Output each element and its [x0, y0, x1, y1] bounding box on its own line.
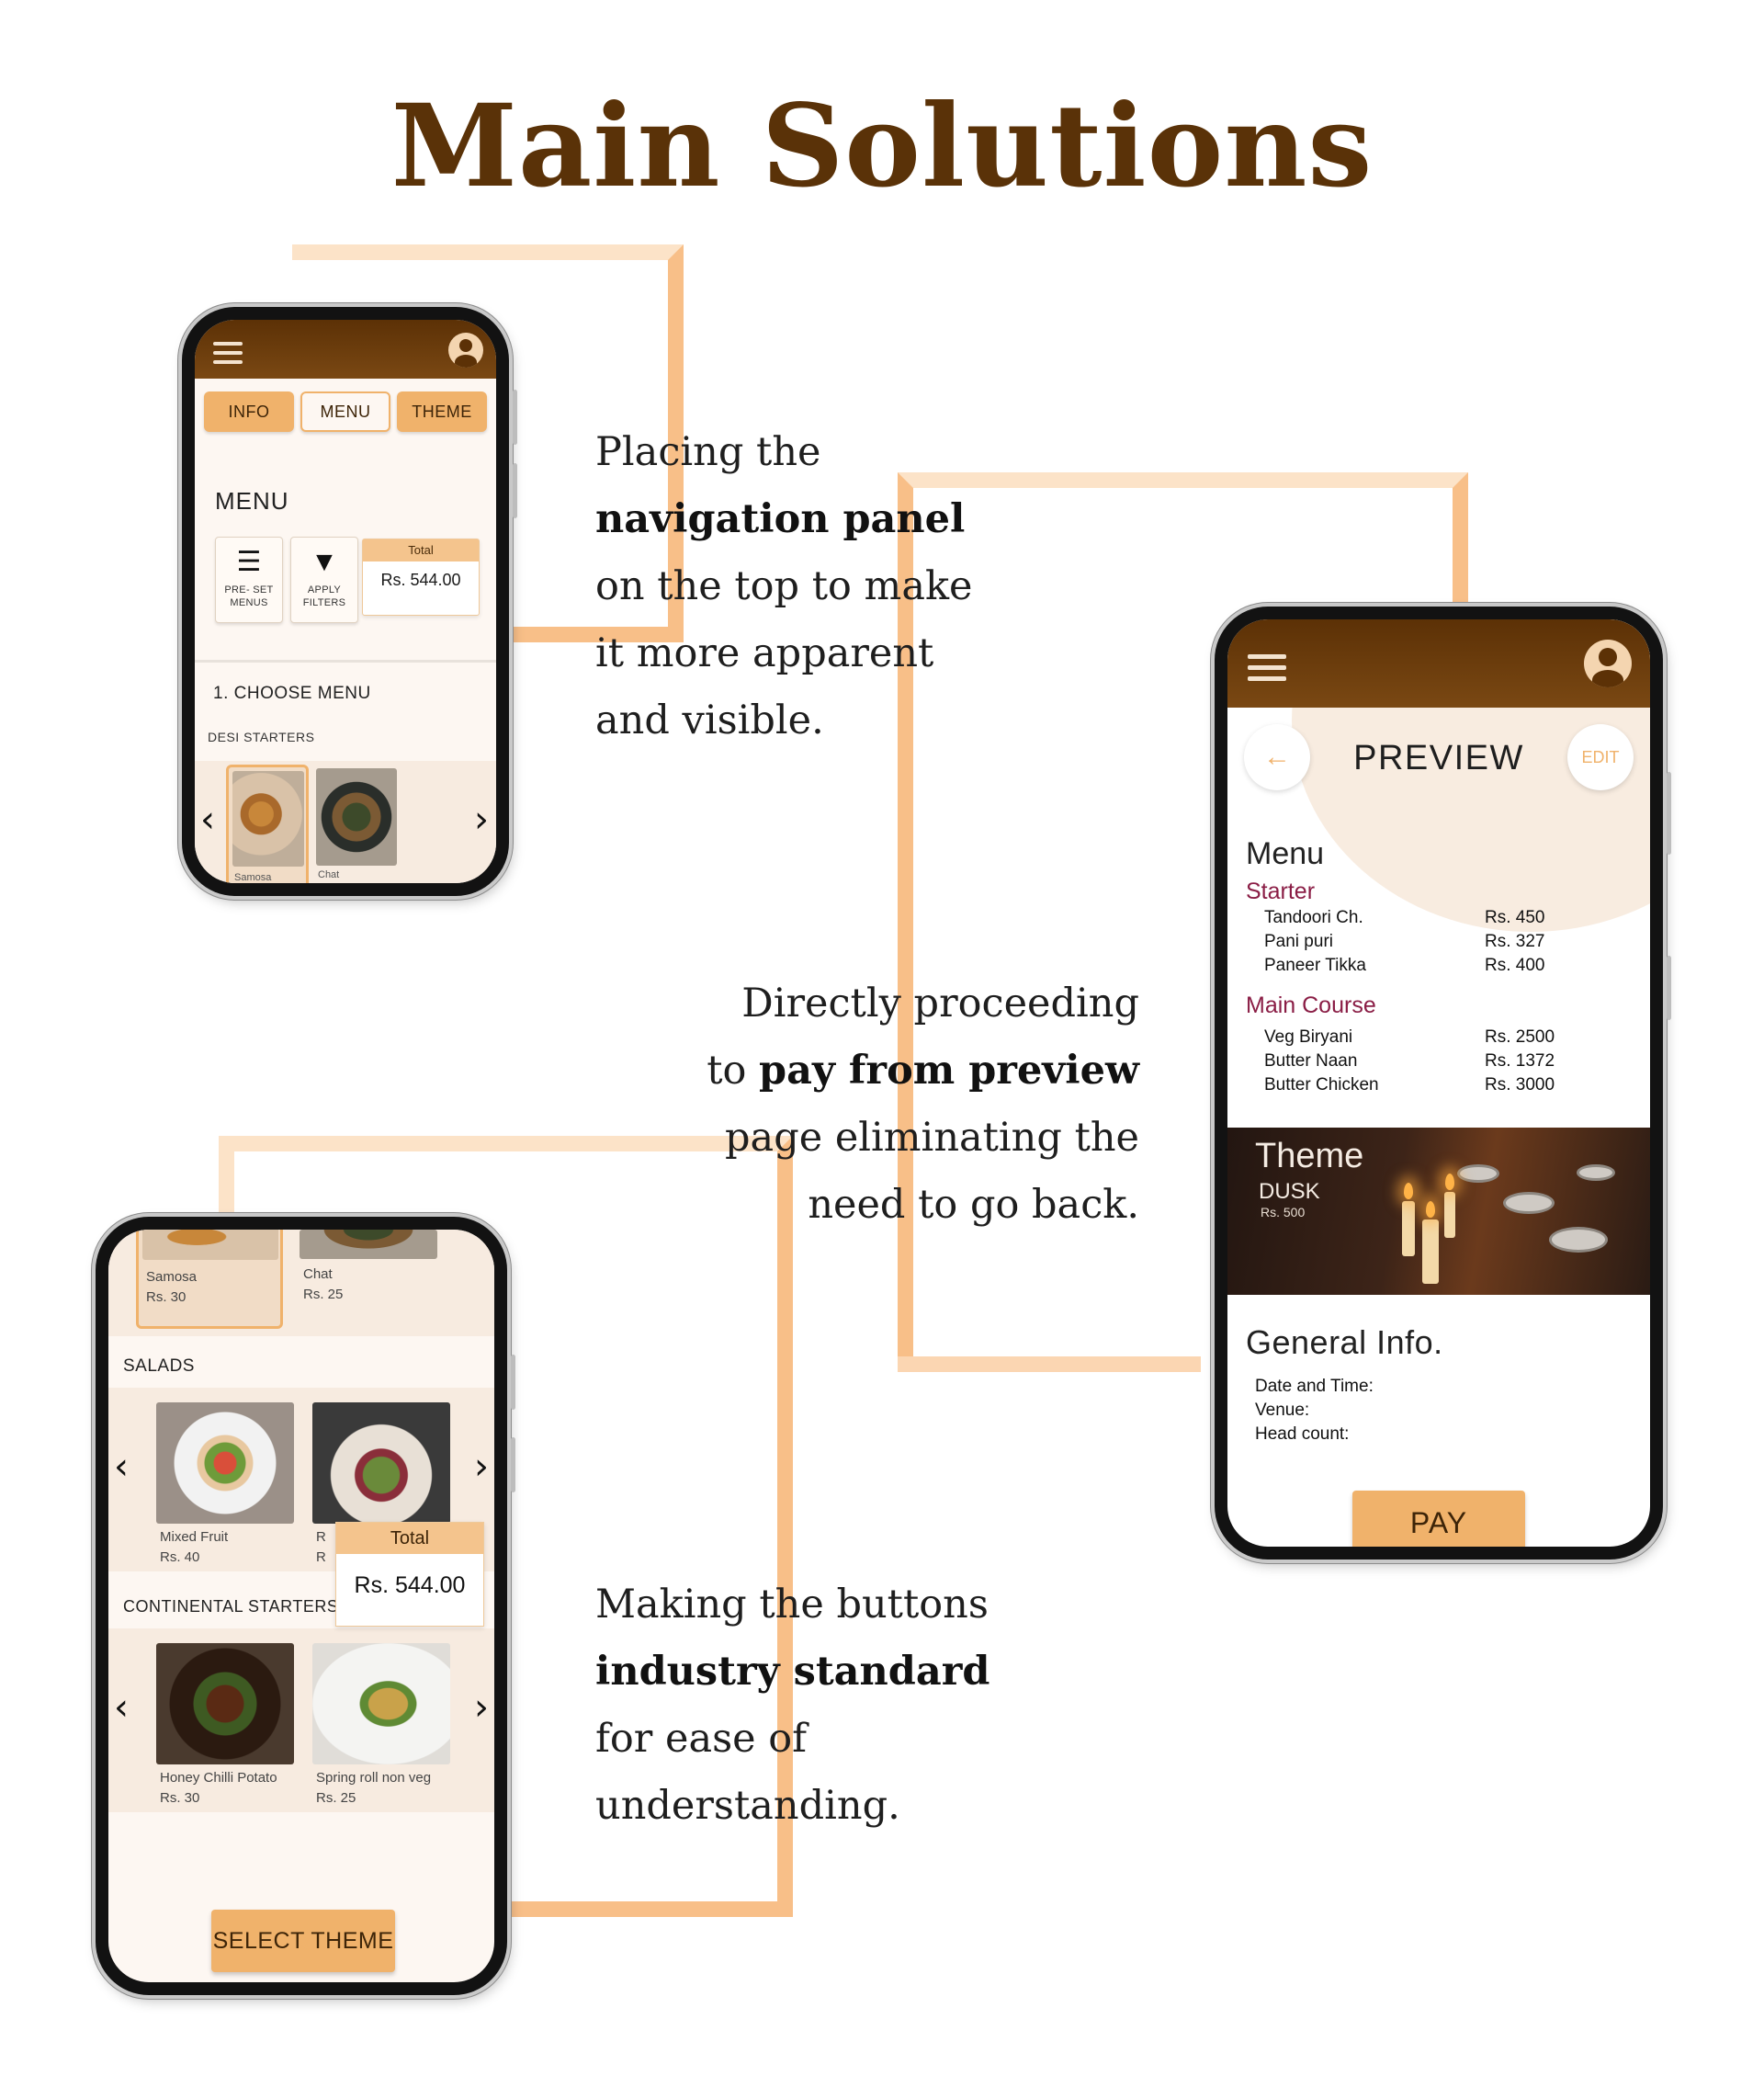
samosa-image [232, 771, 304, 867]
list-icon: ☰ [236, 547, 262, 577]
candle-flame [1445, 1174, 1454, 1190]
candle-image [1444, 1192, 1455, 1238]
starter-heading: Starter [1246, 879, 1316, 904]
caption-buttons: Making the buttons industry standard for… [595, 1582, 990, 1829]
pay-button[interactable]: PAY [1352, 1491, 1525, 1547]
power-button [511, 1437, 515, 1492]
theme-price: Rs. 500 [1261, 1205, 1306, 1219]
connector-line-2-foot [898, 1356, 1201, 1372]
info-line: Date and Time: [1255, 1377, 1374, 1396]
chevron-left-icon[interactable]: ‹ [114, 1689, 129, 1726]
hamburger-menu-icon[interactable] [1248, 654, 1286, 686]
volume-button [1667, 772, 1671, 855]
plate-image [1503, 1192, 1555, 1214]
divider [195, 660, 496, 663]
tab-navigation: INFO MENU THEME [204, 391, 487, 432]
phone-select-screen: Samosa Rs. 30 Chat Rs. 25 SALADS ‹ Mixed… [96, 1217, 515, 1995]
total-box: Total Rs. 544.00 [362, 539, 480, 616]
tab-info[interactable]: INFO [204, 391, 294, 432]
chevron-left-icon[interactable]: ‹ [114, 1448, 129, 1485]
phone-menu-screen: INFO MENU THEME MENU ☰ PRE- SET MENUS ▼ … [182, 307, 517, 896]
menu-heading: Menu [1246, 836, 1325, 871]
user-profile-icon[interactable] [448, 333, 483, 368]
chevron-right-icon[interactable]: › [474, 1448, 489, 1485]
hamburger-menu-icon[interactable] [213, 342, 243, 369]
general-info-heading: General Info. [1246, 1323, 1443, 1361]
phone-preview-screen: ← PREVIEW EDIT Menu Starter Tandoori Ch.… [1215, 607, 1671, 1560]
candle-flame [1426, 1201, 1435, 1218]
filter-icon: ▼ [311, 547, 338, 577]
mixed-fruit-image [156, 1402, 294, 1524]
caption-navigation: Placing the navigation panel on the top … [595, 429, 973, 743]
total-box: Total Rs. 544.00 [335, 1522, 484, 1627]
preset-menus-button[interactable]: ☰ PRE- SET MENUS [215, 537, 283, 623]
section-heading: MENU [215, 487, 289, 515]
plate-image [1577, 1164, 1615, 1181]
desi-starters-carousel: ‹ Samosa Chat › [195, 761, 496, 883]
power-button [513, 463, 517, 518]
main-course-heading: Main Course [1246, 992, 1376, 1018]
page-title: Main Solutions [390, 80, 1374, 213]
menu-row: Paneer Tikka Rs. 400 [1264, 956, 1545, 975]
theme-banner[interactable]: Theme DUSK Rs. 500 [1227, 1128, 1650, 1295]
tab-menu[interactable]: MENU [300, 391, 390, 432]
app-header [1227, 619, 1650, 708]
caption-pay-preview: Directly proceeding to pay from preview … [707, 981, 1139, 1228]
spring-roll-image [312, 1643, 450, 1764]
chevron-left-icon[interactable]: ‹ [200, 801, 215, 838]
honey-chilli-potato-image [156, 1643, 294, 1764]
chevron-right-icon[interactable]: › [474, 801, 489, 838]
food-card-samosa[interactable]: Samosa Rs. 30 [136, 1230, 283, 1329]
app-header [195, 320, 496, 379]
theme-heading: Theme [1255, 1137, 1364, 1175]
volume-button [511, 1355, 515, 1410]
phone-select-display: Samosa Rs. 30 Chat Rs. 25 SALADS ‹ Mixed… [108, 1230, 494, 1982]
info-line: Head count: [1255, 1424, 1350, 1444]
samosa-image [142, 1230, 278, 1260]
menu-row: Butter Naan Rs. 1372 [1264, 1051, 1555, 1071]
select-theme-button[interactable]: SELECT THEME [211, 1910, 395, 1972]
step-heading: 1. CHOOSE MENU [213, 684, 371, 703]
edit-button[interactable]: EDIT [1567, 724, 1634, 790]
chevron-right-icon[interactable]: › [474, 1689, 489, 1726]
continental-starters-heading: CONTINENTAL STARTERS [123, 1597, 339, 1616]
chat-image [300, 1230, 437, 1259]
food-card-samosa[interactable]: Samosa [226, 765, 309, 883]
volume-button [513, 390, 517, 445]
phone-menu-display: INFO MENU THEME MENU ☰ PRE- SET MENUS ▼ … [195, 320, 496, 883]
menu-row: Pani puri Rs. 327 [1264, 932, 1545, 951]
chat-image [316, 768, 397, 866]
user-profile-icon[interactable] [1584, 640, 1632, 687]
menu-row: Butter Chicken Rs. 3000 [1264, 1075, 1555, 1095]
power-button [1667, 956, 1671, 1020]
candle-flame [1404, 1183, 1413, 1199]
plate-image [1549, 1227, 1608, 1253]
category-heading: DESI STARTERS [208, 730, 315, 744]
tab-theme[interactable]: THEME [397, 391, 487, 432]
plate-image [1457, 1164, 1499, 1183]
theme-name: DUSK [1259, 1179, 1320, 1204]
menu-row: Veg Biryani Rs. 2500 [1264, 1027, 1555, 1047]
salad-image [312, 1402, 450, 1524]
candle-image [1422, 1219, 1439, 1284]
apply-filters-button[interactable]: ▼ APPLY FILTERS [290, 537, 358, 623]
info-line: Venue: [1255, 1401, 1310, 1420]
salads-heading: SALADS [123, 1356, 195, 1376]
menu-row: Tandoori Ch. Rs. 450 [1264, 908, 1545, 927]
phone-preview-display: ← PREVIEW EDIT Menu Starter Tandoori Ch.… [1227, 619, 1650, 1547]
candle-image [1402, 1201, 1415, 1256]
